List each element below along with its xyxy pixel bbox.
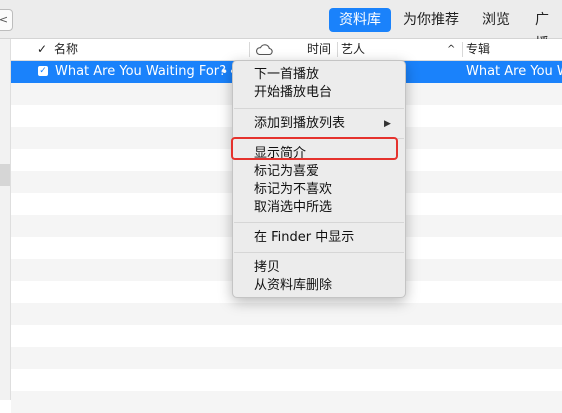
tab-library[interactable]: 资料库 — [329, 8, 391, 32]
sidebar-selected-item[interactable] — [0, 164, 10, 186]
menu-item-start-station[interactable]: 开始播放电台 — [254, 84, 332, 102]
table-row[interactable] — [11, 391, 562, 413]
song-title: What Are You Waiting For? — [55, 64, 227, 79]
menu-item-uncheck-selection[interactable]: 取消选中所选 — [254, 199, 332, 217]
menu-divider — [234, 252, 404, 253]
column-divider[interactable] — [249, 42, 250, 57]
column-divider[interactable] — [337, 42, 338, 57]
back-button[interactable]: < — [0, 9, 13, 31]
menu-divider — [234, 108, 404, 109]
column-header-artist[interactable]: 艺人 — [341, 39, 365, 60]
menu-divider — [234, 222, 404, 223]
column-header-album[interactable]: 专辑 — [466, 39, 490, 60]
tab-radio[interactable]: 广播 — [535, 8, 562, 52]
column-header-checkbox[interactable]: ✓ — [37, 39, 47, 60]
column-header-time[interactable]: 时间 — [307, 39, 331, 60]
menu-item-copy[interactable]: 拷贝 — [254, 259, 280, 277]
table-row[interactable] — [11, 369, 562, 391]
menu-item-love[interactable]: 标记为喜爱 — [254, 163, 319, 181]
sidebar[interactable] — [0, 39, 11, 400]
tab-browse[interactable]: 浏览 — [482, 8, 510, 32]
toolbar: < 资料库 为你推荐 浏览 广播 — [0, 0, 562, 52]
column-header-name[interactable]: 名称 — [54, 39, 78, 60]
table-row[interactable] — [11, 325, 562, 347]
menu-item-show-in-finder[interactable]: 在 Finder 中显示 — [254, 229, 354, 247]
menu-item-dislike[interactable]: 标记为不喜欢 — [254, 181, 332, 199]
menu-item-add-to-playlist[interactable]: 添加到播放列表 — [254, 115, 345, 133]
submenu-arrow-icon: ▶ — [384, 119, 391, 129]
menu-item-delete-from-library[interactable]: 从资料库删除 — [254, 277, 332, 295]
context-menu: 下一首播放 开始播放电台 添加到播放列表 ▶ 显示简介 标记为喜爱 标记为不喜欢… — [232, 60, 406, 298]
column-divider[interactable] — [462, 42, 463, 57]
annotation-highlight-box — [231, 137, 398, 160]
menu-item-play-next[interactable]: 下一首播放 — [254, 66, 319, 84]
tab-for-you[interactable]: 为你推荐 — [403, 8, 459, 32]
sort-ascending-icon: ^ — [447, 44, 456, 55]
table-row[interactable] — [11, 347, 562, 369]
song-album: What Are You W — [466, 64, 562, 79]
song-list-header: ✓ 名称 时间 艺人 ^ 专辑 — [11, 39, 562, 61]
table-row[interactable] — [11, 303, 562, 325]
cloud-icon[interactable] — [255, 42, 273, 56]
song-checkbox[interactable]: ✓ — [38, 66, 48, 76]
